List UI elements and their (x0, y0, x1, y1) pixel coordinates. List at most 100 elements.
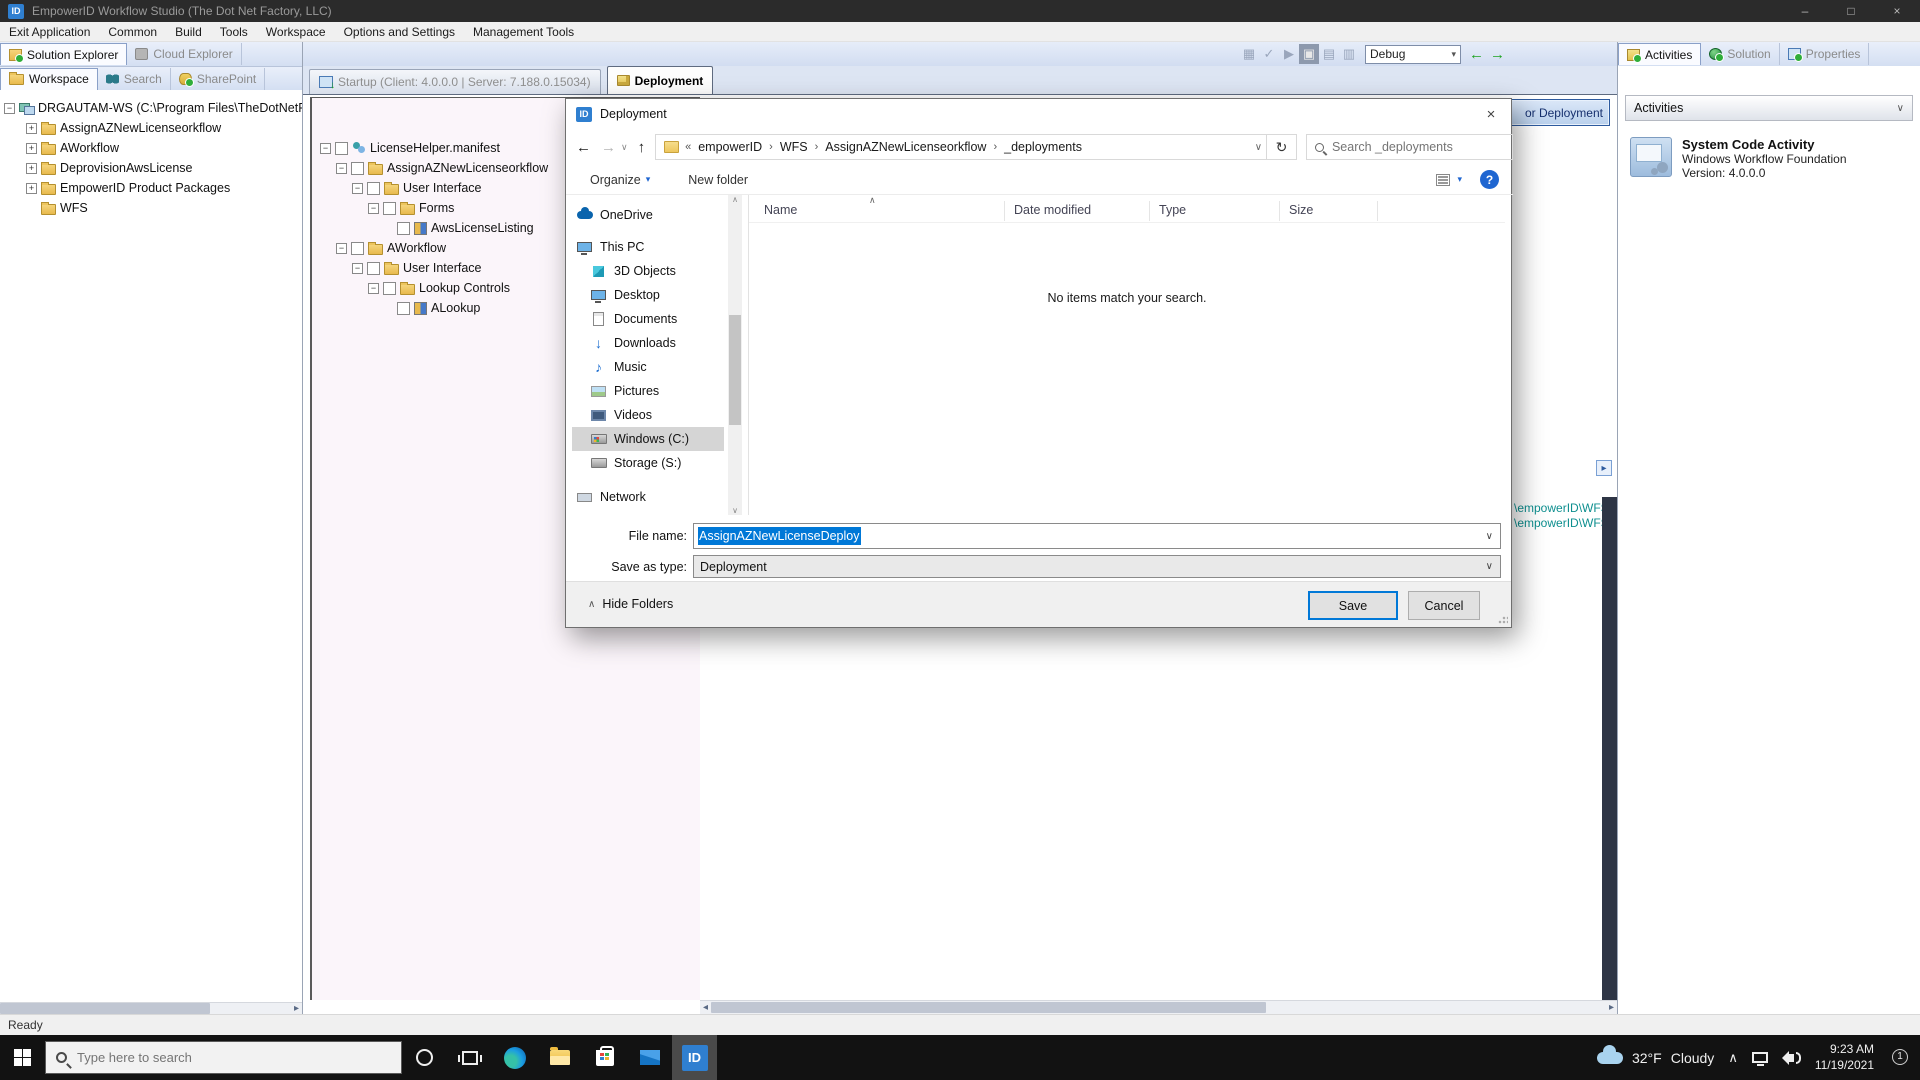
activities-section-header[interactable]: Activities ∨ (1625, 95, 1913, 121)
new-folder-button[interactable]: New folder (688, 173, 748, 187)
tree-item-deprovisionawslicense[interactable]: + DeprovisionAwsLicense (4, 158, 302, 178)
checkbox[interactable] (351, 242, 364, 255)
build-configuration-select[interactable]: Debug ▾ (1365, 45, 1461, 64)
address-chevron-icon[interactable]: ∨ (1255, 142, 1262, 153)
scrollbar-thumb[interactable] (729, 315, 741, 425)
save-button[interactable]: Save (1308, 591, 1398, 620)
collapse-icon[interactable]: − (368, 203, 379, 214)
dialog-search-box[interactable] (1306, 134, 1513, 160)
tree-item-aworkflow[interactable]: + AWorkflow (4, 138, 302, 158)
dialog-close-icon[interactable]: × (1471, 99, 1511, 129)
navigate-back-button[interactable]: ← (1469, 46, 1484, 63)
mail-button[interactable] (627, 1035, 672, 1080)
place-videos[interactable]: Videos (572, 403, 724, 427)
menu-build[interactable]: Build (166, 25, 211, 39)
collapse-icon[interactable]: − (352, 263, 363, 274)
scroll-left-icon[interactable]: ◂ (700, 1002, 711, 1013)
chevron-down-icon[interactable]: ∨ (1486, 531, 1500, 542)
tab-solution[interactable]: Solution (1701, 43, 1779, 65)
empowerid-taskbar-button[interactable]: ID (672, 1035, 717, 1080)
minimize-button[interactable]: – (1782, 0, 1828, 22)
checkbox[interactable] (397, 222, 410, 235)
taskbar-search-box[interactable] (45, 1041, 402, 1074)
collapse-icon[interactable]: − (336, 163, 347, 174)
expand-icon[interactable]: + (26, 123, 37, 134)
place-3d-objects[interactable]: 3D Objects (572, 259, 724, 283)
checkbox[interactable] (351, 162, 364, 175)
attach-debugger-icon[interactable]: ▣ (1299, 44, 1319, 64)
menu-workspace[interactable]: Workspace (257, 25, 335, 39)
tab-activities[interactable]: Activities (1618, 43, 1701, 65)
place-windows-c[interactable]: Windows (C:) (572, 427, 724, 451)
close-button[interactable]: × (1874, 0, 1920, 22)
crumb-empowerid[interactable]: empowerID (693, 140, 767, 154)
column-name[interactable]: Name (764, 203, 797, 217)
volume-icon[interactable] (1782, 1051, 1801, 1065)
tab-solution-explorer[interactable]: Solution Explorer (0, 43, 127, 65)
column-date-modified[interactable]: Date modified (1014, 203, 1091, 217)
sidebar-vscrollbar[interactable]: ∧ ∨ (728, 195, 742, 515)
store-button[interactable] (582, 1035, 627, 1080)
menu-tools[interactable]: Tools (211, 25, 257, 39)
new-window-icon[interactable]: ▤ (1319, 44, 1339, 64)
column-size[interactable]: Size (1289, 203, 1313, 217)
tab-properties[interactable]: Properties (1780, 43, 1870, 65)
tree-item-assignaznewlicenseorkflow[interactable]: + AssignAZNewLicenseorkflow (4, 118, 302, 138)
run-icon[interactable]: ▶ (1279, 44, 1299, 64)
expand-right-button[interactable]: ▸ (1596, 460, 1612, 476)
cancel-button[interactable]: Cancel (1408, 591, 1480, 620)
tree-item-wfs[interactable]: WFS (4, 198, 302, 218)
crumb-deployments[interactable]: _deployments (999, 140, 1087, 154)
taskbar-clock[interactable]: 9:23 AM 11/19/2021 (1815, 1042, 1874, 1073)
tree-item-empowerid-product-packages[interactable]: + EmpowerID Product Packages (4, 178, 302, 198)
menu-management-tools[interactable]: Management Tools (464, 25, 583, 39)
collapse-icon[interactable]: − (336, 243, 347, 254)
save-type-select[interactable]: Deployment ∨ (693, 555, 1501, 578)
menu-options-settings[interactable]: Options and Settings (335, 25, 464, 39)
task-view-button[interactable] (447, 1035, 492, 1080)
help-icon[interactable]: ? (1480, 170, 1499, 189)
navigate-forward-button[interactable]: → (1490, 46, 1505, 63)
menu-common[interactable]: Common (99, 25, 166, 39)
collapse-icon[interactable]: − (320, 143, 331, 154)
scroll-down-icon[interactable]: ∨ (728, 506, 742, 515)
forward-icon[interactable]: → (601, 139, 616, 156)
hide-folders-button[interactable]: ∧ Hide Folders (588, 597, 673, 611)
place-desktop[interactable]: Desktop (572, 283, 724, 307)
tab-deployment[interactable]: Deployment (607, 66, 714, 94)
collapse-icon[interactable]: − (368, 283, 379, 294)
check-icon[interactable]: ✓ (1259, 44, 1279, 64)
place-storage-s[interactable]: Storage (S:) (572, 451, 724, 475)
collapse-icon[interactable]: − (4, 103, 15, 114)
save-icon[interactable]: ▦ (1239, 44, 1259, 64)
crumb-wfs[interactable]: WFS (775, 140, 813, 154)
network-tray-icon[interactable] (1752, 1052, 1768, 1063)
checkbox[interactable] (335, 142, 348, 155)
action-center-button[interactable]: 1 (1888, 1047, 1910, 1069)
checkbox[interactable] (397, 302, 410, 315)
tab-cloud-explorer[interactable]: Cloud Explorer (127, 43, 241, 65)
organize-dropdown-icon[interactable]: ▾ (646, 174, 651, 185)
menu-exit-application[interactable]: Exit Application (0, 25, 99, 39)
checkbox[interactable] (383, 282, 396, 295)
place-pictures[interactable]: Pictures (572, 379, 724, 403)
weather-widget[interactable]: 32°F Cloudy (1597, 1050, 1714, 1066)
place-onedrive[interactable]: OneDrive (572, 203, 724, 227)
up-icon[interactable]: ↑ (638, 139, 646, 156)
tab-sharepoint[interactable]: SharePoint (171, 68, 265, 90)
crumb-overflow-icon[interactable]: « (683, 141, 693, 153)
dialog-search-input[interactable] (1332, 140, 1482, 154)
place-this-pc[interactable]: This PC (572, 235, 724, 259)
checkbox[interactable] (367, 262, 380, 275)
editor-vertical-scrollbar[interactable] (1602, 497, 1617, 1014)
activity-system-code[interactable]: System Code Activity Windows Workflow Fo… (1630, 137, 1910, 180)
scroll-up-icon[interactable]: ∧ (728, 195, 742, 204)
expand-icon[interactable]: + (26, 143, 37, 154)
organize-button[interactable]: Organize (590, 173, 641, 187)
file-explorer-button[interactable] (537, 1035, 582, 1080)
scroll-right-icon[interactable]: ▸ (1609, 1002, 1617, 1013)
scrollbar-thumb[interactable] (0, 1003, 210, 1014)
checkbox[interactable] (367, 182, 380, 195)
tree-item-server-root[interactable]: − DRGAUTAM-WS (C:\Program Files\TheDotNe… (4, 98, 302, 118)
tab-search[interactable]: Search (98, 68, 171, 90)
